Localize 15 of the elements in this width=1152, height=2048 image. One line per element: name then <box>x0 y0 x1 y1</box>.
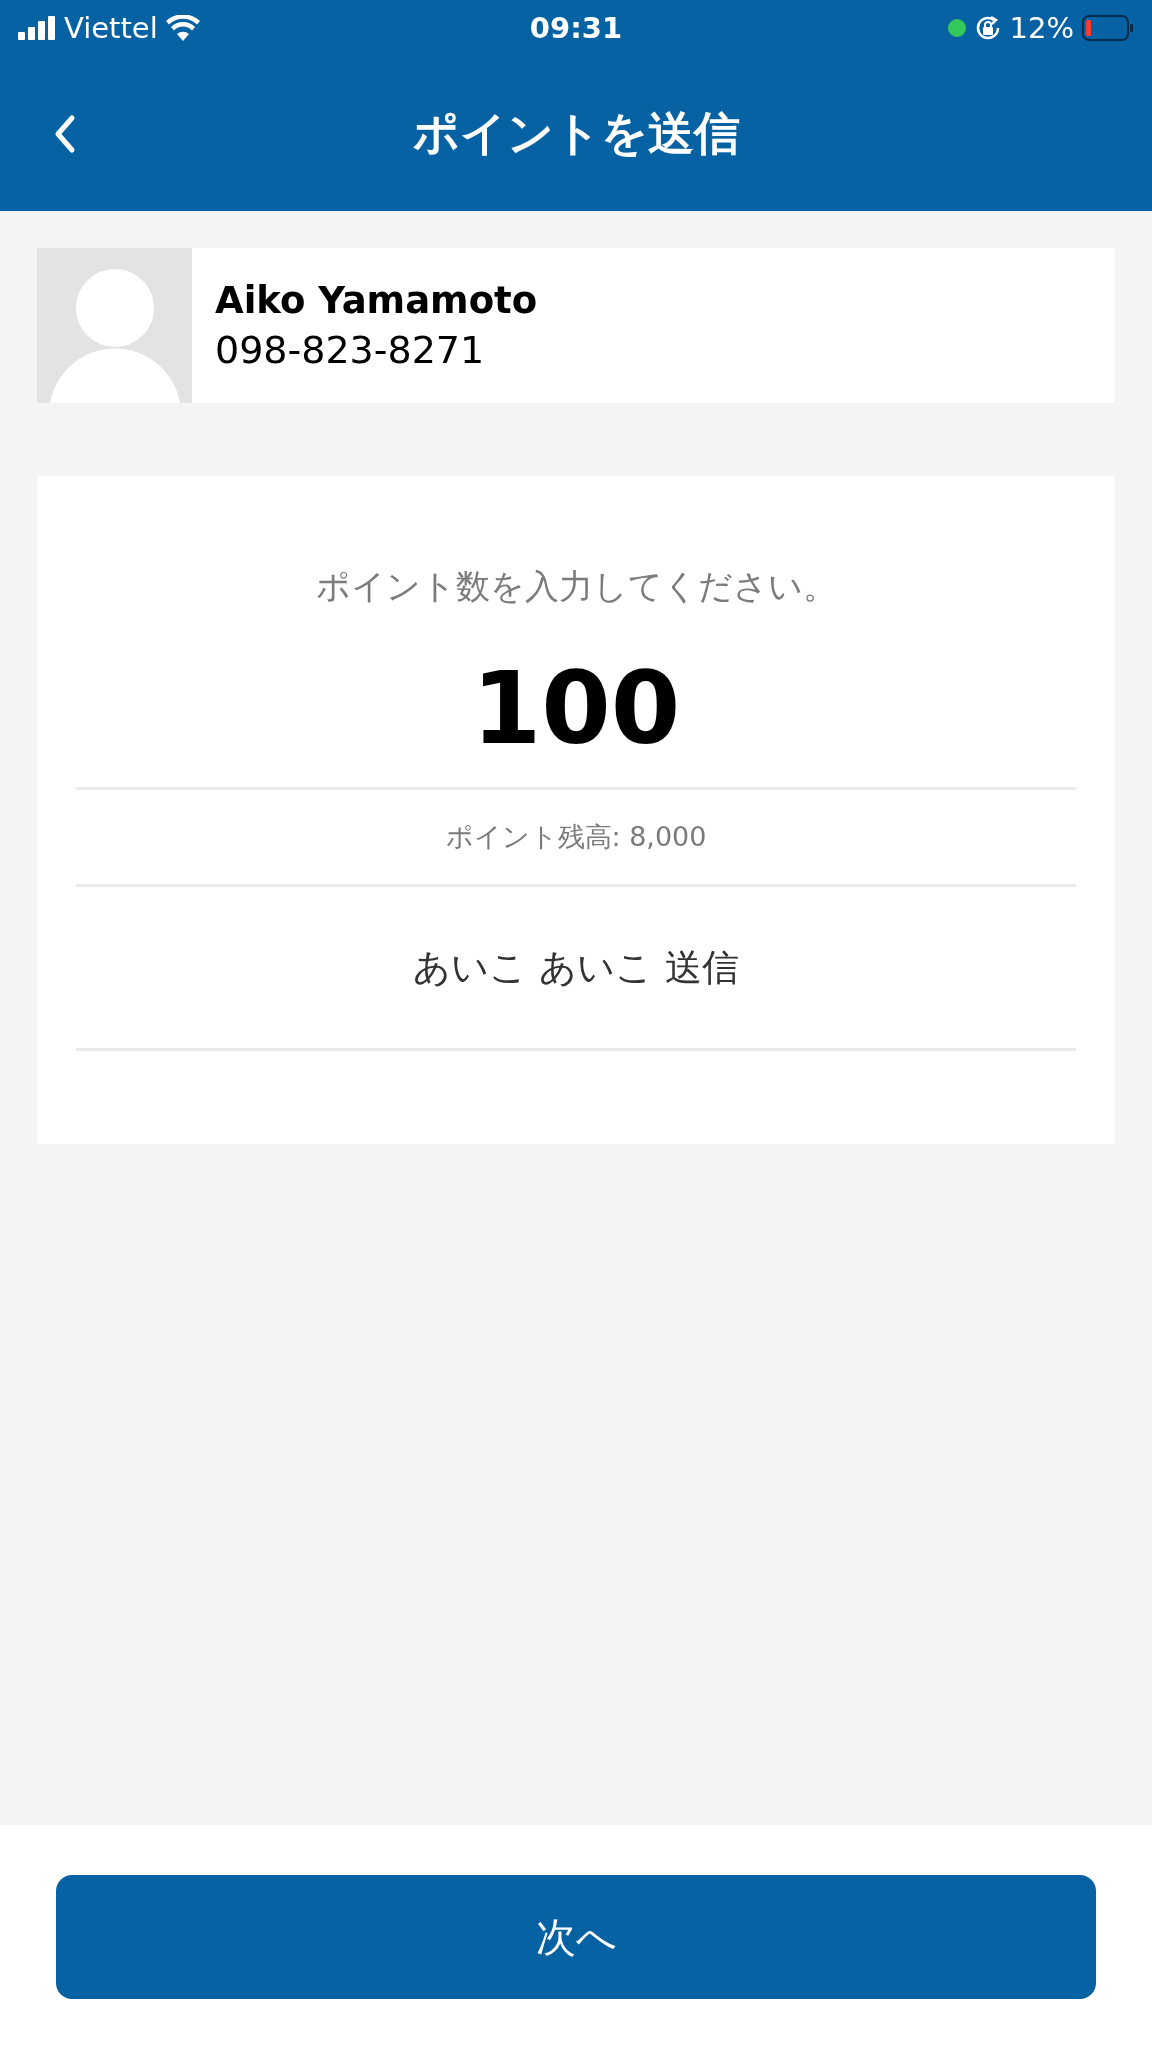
recipient-phone: 098-823-8271 <box>215 328 486 372</box>
status-time: 09:31 <box>529 11 623 45</box>
amount-field[interactable]: 100 <box>76 650 1076 790</box>
battery-icon <box>1082 15 1134 41</box>
screen-title: ポイントを送信 <box>412 104 740 162</box>
battery-percent: 12% <box>1009 11 1074 45</box>
points-balance: ポイント残高: 8,000 <box>76 790 1076 887</box>
carrier-name: Viettel <box>64 11 158 45</box>
next-button[interactable]: 次へ <box>56 1875 1096 1999</box>
message-field[interactable]: あいこ あいこ 送信 <box>76 887 1076 1051</box>
wifi-icon <box>165 15 200 41</box>
status-dot-icon <box>947 19 966 37</box>
signal-icon <box>18 16 56 40</box>
recipient-name: Aiko Yamamoto <box>215 279 538 322</box>
points-prompt: ポイント数を入力してください。 <box>314 565 838 608</box>
